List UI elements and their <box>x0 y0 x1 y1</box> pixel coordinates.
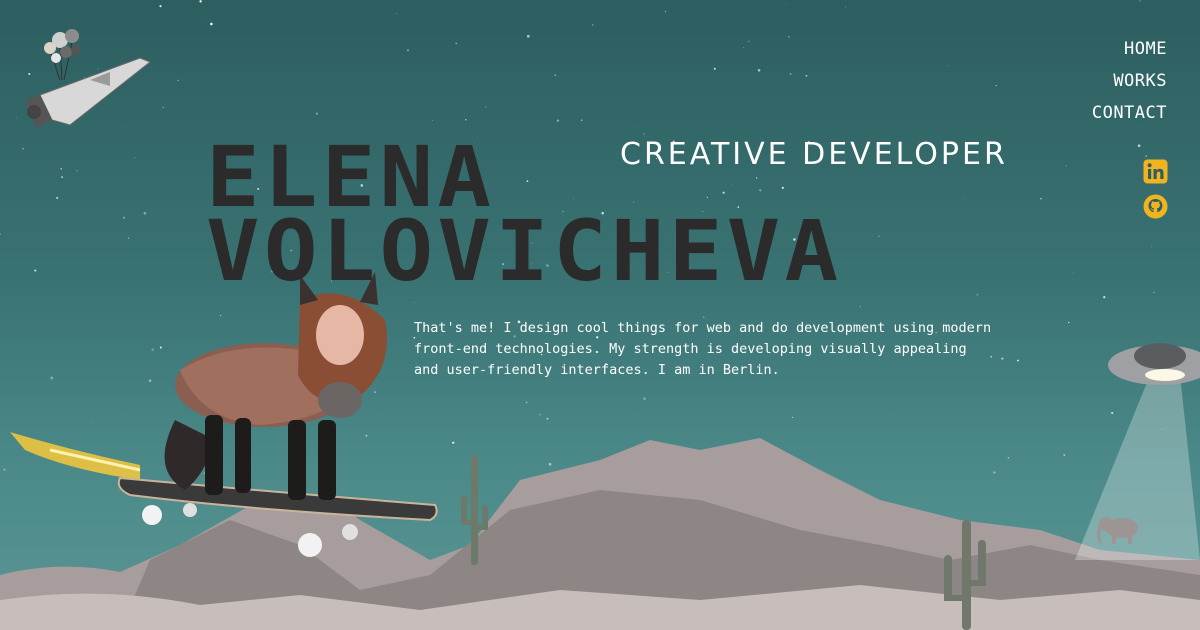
exhaust-flame <box>10 432 141 480</box>
hero-bio: That's me! I design cool things for web … <box>414 320 992 378</box>
social-links <box>1143 159 1168 219</box>
page-background: HOME WORKS CONTACT ELENA VOLOVICHEVA CRE… <box>0 0 1200 630</box>
fox-illustration <box>164 272 387 500</box>
github-link[interactable] <box>1143 194 1168 219</box>
linkedin-icon <box>1143 159 1168 184</box>
nav-contact-link[interactable]: CONTACT <box>1092 102 1167 124</box>
hero-name-last: VOLOVICHEVA <box>206 202 843 300</box>
nav-works-link[interactable]: WORKS <box>1113 70 1167 92</box>
hero-subtitle: CREATIVE DEVELOPER <box>620 137 1008 172</box>
scene-illustration <box>0 29 1200 630</box>
rocket-illustration <box>26 29 151 128</box>
nav-home-link[interactable]: HOME <box>1124 38 1167 60</box>
github-icon <box>1143 194 1168 219</box>
main-nav: HOME WORKS CONTACT <box>1092 38 1167 124</box>
linkedin-link[interactable] <box>1143 159 1168 184</box>
